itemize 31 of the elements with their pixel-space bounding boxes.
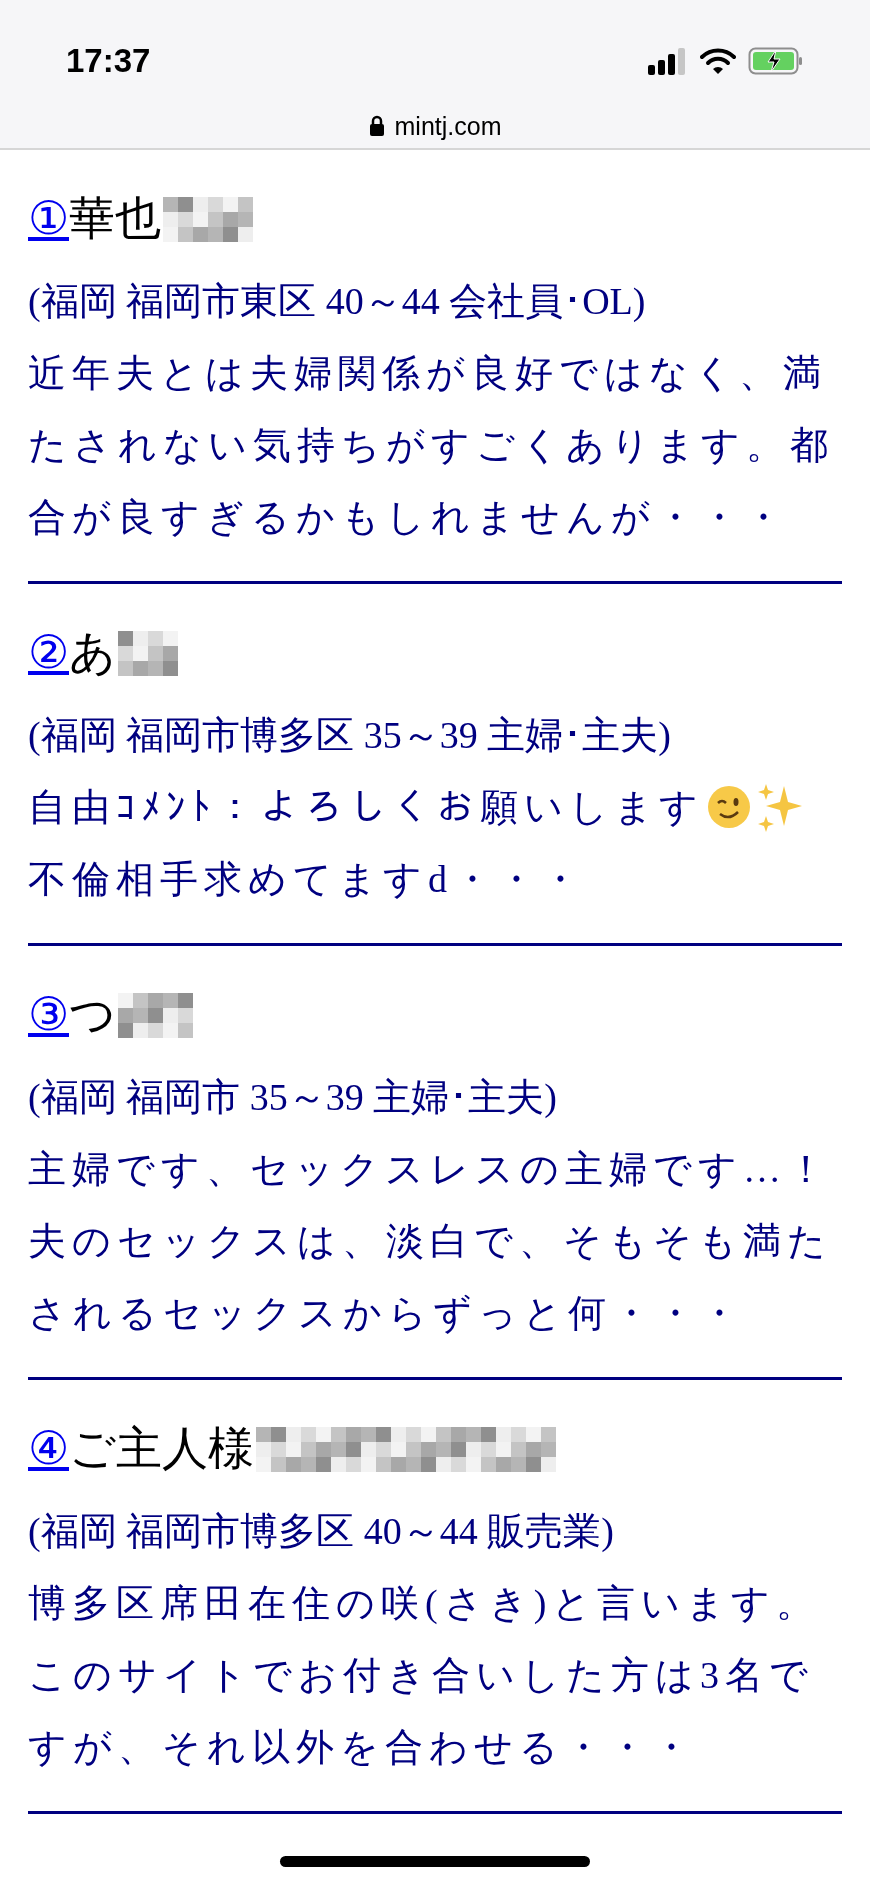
battery-charging-icon [748, 46, 804, 75]
url-text[interactable]: mintj.com [394, 107, 502, 145]
comment-line: 不倫相手求めてますd・・・ [28, 856, 585, 902]
comment-line: たされない気持ちがすごくあります。都 [28, 422, 834, 468]
comment-line: 博多区席田在住の咲(さき)と言います。 [28, 1580, 821, 1626]
comment-line: このサイトでお付き合いした方は3名で [28, 1652, 814, 1698]
comment-line: 自由ｺﾒﾝﾄ：よろしくお願いします [28, 784, 704, 830]
entry-meta: (福岡 福岡市博多区 40～44 販売業) [28, 1508, 615, 1554]
comment-line: 合が良すぎるかもしれませんが・・・ [28, 494, 788, 540]
status-time: 17:37 [66, 41, 151, 81]
lock-icon [368, 115, 385, 138]
comment-line: 主婦です、セックスレスの主婦です…！ [28, 1146, 831, 1192]
comment-line: 夫のセックスは、淡白で、そもそも満た [28, 1218, 832, 1264]
winking-face-icon [706, 784, 752, 830]
entry-meta: (福岡 福岡市博多区 35～39 主婦･主夫) [28, 712, 672, 758]
entry-name: つ [69, 992, 116, 1038]
pixelated-mosaic [118, 630, 178, 676]
entry-name: ご主人様 [69, 1426, 254, 1472]
entry-number-link[interactable]: ① [28, 196, 69, 242]
signal-icon [648, 46, 688, 75]
comment-line: すが、それ以外を合わせる・・・ [28, 1724, 696, 1770]
entry-name: 華也 [69, 196, 161, 242]
wifi-icon [700, 46, 736, 75]
entry-number-link[interactable]: ③ [28, 992, 69, 1038]
comment-line: 近年夫とは夫婦関係が良好ではなく、満 [28, 350, 827, 396]
comment-line: されるセックスからずっと何・・・ [28, 1290, 744, 1336]
entry-name: あ [69, 630, 116, 676]
entry-meta: (福岡 福岡市東区 40～44 会社員･OL) [28, 278, 647, 324]
entry-number-link[interactable]: ④ [28, 1426, 69, 1472]
entry-number-link[interactable]: ② [28, 630, 69, 676]
entry-meta: (福岡 福岡市 35～39 主婦･主夫) [28, 1074, 558, 1120]
